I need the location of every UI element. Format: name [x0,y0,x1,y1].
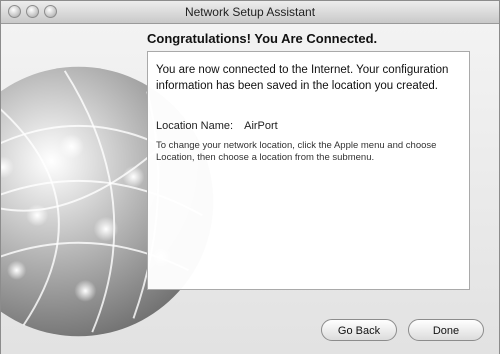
location-value: AirPort [244,120,278,132]
help-text: To change your network location, click t… [156,140,437,163]
page-heading: Congratulations! You Are Connected. [147,31,378,46]
network-setup-window: Network Setup Assistant Congratulations!… [0,0,500,354]
location-label: Location Name: [156,120,234,132]
title-bar: Network Setup Assistant [1,1,499,24]
done-button[interactable]: Done [408,319,484,341]
location-row: Location Name: AirPort [156,120,461,132]
go-back-button[interactable]: Go Back [321,319,397,341]
content-panel: You are now connected to the Internet. Y… [147,51,470,290]
window-title: Network Setup Assistant [184,5,316,19]
connection-message: You are now connected to the Internet. Y… [156,64,449,92]
